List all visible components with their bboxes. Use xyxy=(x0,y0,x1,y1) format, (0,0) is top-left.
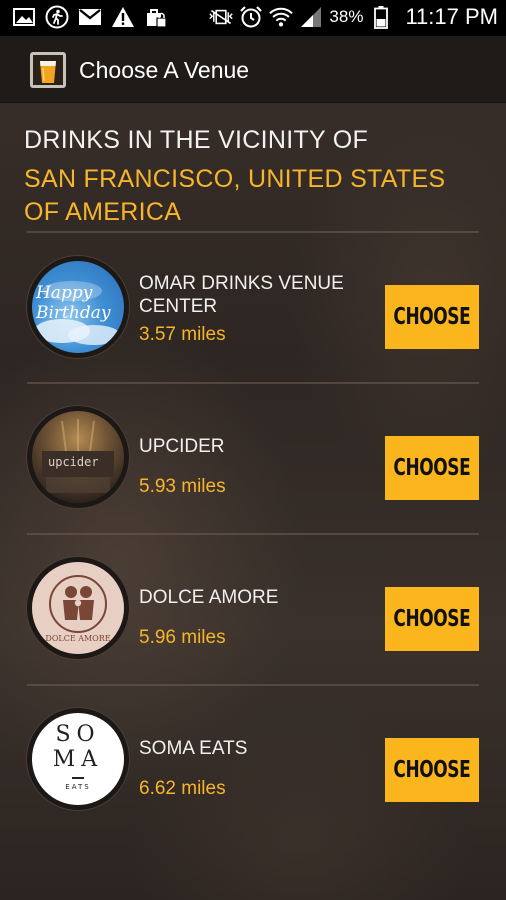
upcider-image: upcider xyxy=(32,411,124,503)
choose-button[interactable]: CHOOSE xyxy=(385,587,479,651)
venue-distance: 3.57 miles xyxy=(139,324,226,345)
venue-distance: 5.93 miles xyxy=(139,476,226,497)
logo-rule xyxy=(72,777,84,779)
page-title: Choose A Venue xyxy=(79,57,250,83)
venue-name: DOLCE AMORE xyxy=(139,587,279,608)
venue-avatar: upcider xyxy=(27,406,129,508)
vicinity-heading: DRINKS IN THE VICINITY OF xyxy=(24,126,369,154)
venue-avatar: SO MA EATS xyxy=(27,708,129,810)
battery-percent: 38% xyxy=(329,7,364,26)
status-bar: 38% 11:17 PM xyxy=(0,0,506,36)
venue-name: OMAR DRINKS VENUE CENTER xyxy=(139,273,344,317)
choose-button-label: CHOOSE xyxy=(393,606,471,632)
happy-birthday-image: Happy Birthday xyxy=(32,261,124,353)
signal-icon xyxy=(299,5,323,29)
gmail-icon xyxy=(78,5,102,29)
battery-icon xyxy=(369,5,393,29)
briefcase-lock-icon xyxy=(144,5,168,29)
avatar-caption: DOLCE AMORE xyxy=(45,634,111,643)
venue-name: UPCIDER xyxy=(139,436,225,457)
beer-glass-icon[interactable] xyxy=(28,50,68,90)
venue-avatar: Happy Birthday xyxy=(27,256,129,358)
avatar-caption: MA xyxy=(52,747,104,772)
soma-eats-logo: SO MA EATS xyxy=(32,713,124,805)
venue-row[interactable]: DOLCE AMORE DOLCE AMORE 5.96 miles CHOOS… xyxy=(0,534,506,684)
gallery-icon xyxy=(12,5,36,29)
dolce-amore-logo: DOLCE AMORE xyxy=(32,562,124,654)
running-icon xyxy=(45,5,69,29)
clock: 11:17 PM xyxy=(405,4,498,29)
location-heading: SAN FRANCISCO, UNITED STATES OF AMERICA xyxy=(24,165,446,226)
wifi-icon xyxy=(269,5,294,29)
venue-avatar: DOLCE AMORE xyxy=(27,557,129,659)
venue-row[interactable]: upcider UPCIDER 5.93 miles CHOOSE xyxy=(0,383,506,533)
vibrate-icon xyxy=(209,5,234,29)
choose-button-label: CHOOSE xyxy=(393,304,471,330)
avatar-caption: upcider xyxy=(48,455,99,469)
alarm-icon xyxy=(239,5,263,29)
avatar-caption: Happy Birthday xyxy=(36,283,111,323)
choose-button[interactable]: CHOOSE xyxy=(385,285,479,349)
avatar-caption: SO xyxy=(55,722,101,747)
venue-row[interactable]: SO MA EATS SOMA EATS 6.62 miles CHOOSE xyxy=(0,685,506,835)
choose-button-label: CHOOSE xyxy=(393,455,471,481)
choose-button-label: CHOOSE xyxy=(393,757,471,783)
venue-row[interactable]: Happy Birthday OMAR DRINKS VENUE CENTER … xyxy=(0,232,506,382)
choose-button[interactable]: CHOOSE xyxy=(385,436,479,500)
action-bar: Choose A Venue xyxy=(0,36,506,103)
venue-name: SOMA EATS xyxy=(139,738,248,759)
warning-icon xyxy=(111,5,135,29)
avatar-caption: EATS xyxy=(65,783,91,791)
venue-distance: 5.96 miles xyxy=(139,627,226,648)
venue-distance: 6.62 miles xyxy=(139,778,226,799)
choose-button[interactable]: CHOOSE xyxy=(385,738,479,802)
